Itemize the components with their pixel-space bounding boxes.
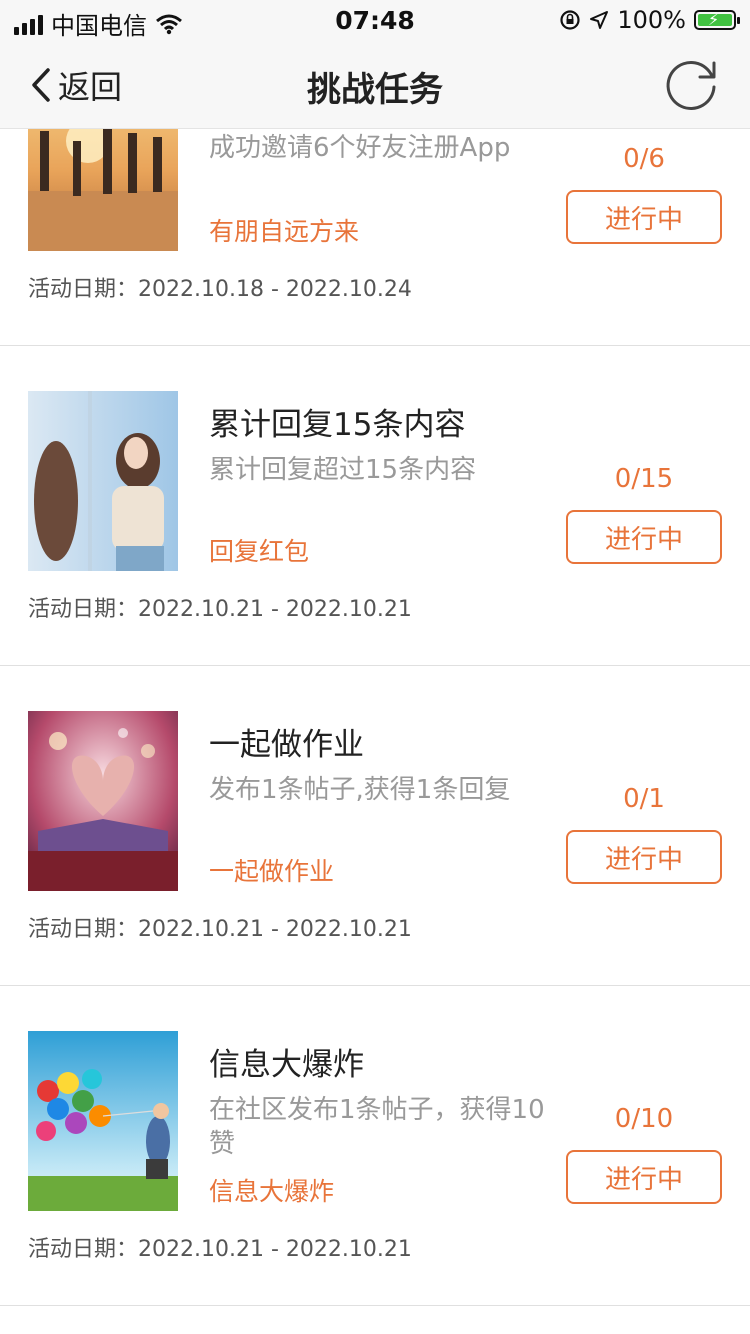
task-date: 活动日期：2022.10.21 - 2022.10.21 [28, 597, 412, 622]
refresh-icon[interactable] [662, 54, 722, 114]
task-tag: 信息大爆炸 [209, 1177, 335, 1206]
task-tag: 一起做作业 [209, 857, 335, 886]
nav-bar: 返回 挑战任务 [0, 40, 750, 129]
task-date: 活动日期：2022.10.18 - 2022.10.24 [28, 277, 412, 302]
task-card[interactable]: 累计回复15条内容 累计回复超过15条内容 回复红包 0/15 进行中 活动日期… [0, 345, 750, 666]
task-date-range: 2022.10.21 - 2022.10.21 [138, 1237, 412, 1262]
task-description: 累计回复超过15条内容 [209, 455, 477, 485]
task-status-button[interactable]: 进行中 [566, 1150, 722, 1204]
task-image [28, 711, 178, 891]
task-date: 活动日期：2022.10.21 - 2022.10.21 [28, 1237, 412, 1262]
task-date: 活动日期：2022.10.21 - 2022.10.21 [28, 917, 412, 942]
task-title: 累计回复15条内容 [209, 407, 466, 443]
task-description: 在社区发布1条帖子，获得10赞 [209, 1095, 545, 1159]
task-description: 发布1条帖子,获得1条回复 [209, 775, 511, 805]
page-title: 挑战任务 [307, 70, 443, 110]
status-bar: 中国电信 07:48 100% ⚡ [0, 0, 750, 40]
task-card[interactable]: 一起做作业 发布1条帖子,获得1条回复 一起做作业 0/1 进行中 活动日期：2… [0, 665, 750, 986]
task-status-button[interactable]: 进行中 [566, 510, 722, 564]
task-progress: 0/15 [614, 464, 674, 494]
task-date-range: 2022.10.18 - 2022.10.24 [138, 277, 412, 302]
task-card[interactable]: 信息大爆炸 在社区发布1条帖子，获得10赞 信息大爆炸 0/10 进行中 活动日… [0, 985, 750, 1306]
task-title: 一起做作业 [209, 727, 364, 763]
rotation-lock-icon [560, 10, 580, 30]
task-date-range: 2022.10.21 - 2022.10.21 [138, 917, 412, 942]
task-progress: 0/6 [623, 144, 665, 174]
task-tag: 有朋自远方来 [209, 217, 360, 246]
task-image [28, 391, 178, 571]
task-tag: 回复红包 [209, 537, 310, 566]
task-progress: 0/1 [623, 784, 665, 814]
task-date-range: 2022.10.21 - 2022.10.21 [138, 597, 412, 622]
battery-icon: ⚡ [694, 10, 740, 30]
task-title: 信息大爆炸 [209, 1047, 364, 1083]
task-description: 成功邀请6个好友注册App [209, 133, 511, 163]
task-list: 成功邀请6个好友注册App 有朋自远方来 0/6 进行中 活动日期：2022.1… [0, 0, 750, 1334]
task-status-button[interactable]: 进行中 [566, 830, 722, 884]
location-icon [590, 11, 609, 29]
task-image [28, 1031, 178, 1211]
task-progress: 0/10 [614, 1104, 674, 1134]
battery-percent: 100% [617, 6, 686, 34]
task-status-button[interactable]: 进行中 [566, 190, 722, 244]
